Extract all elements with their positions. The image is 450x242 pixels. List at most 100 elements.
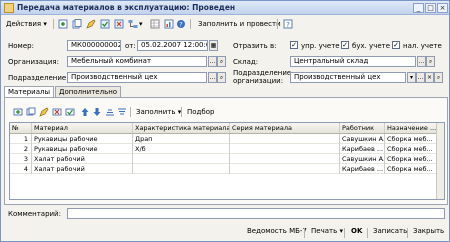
actions-menu[interactable]: Действия ▾	[6, 18, 47, 30]
org-open-button[interactable]: ⌕	[217, 56, 226, 67]
select-button[interactable]: Подбор	[187, 108, 214, 116]
cell-material[interactable]: Халат рабочий	[32, 154, 133, 164]
print-menu-button[interactable]: Печать ▾	[311, 227, 343, 235]
number-field[interactable]: МК000000002	[67, 40, 121, 51]
toolbar-separator	[304, 228, 305, 238]
table-row[interactable]: 1 Рукавицы рабочие Драп Савушкин А... Сб…	[10, 134, 444, 144]
table-row[interactable]: 2 Рукавицы рабочие Х/б Карибаев ... Сбор…	[10, 144, 444, 154]
minimize-button[interactable]: _	[413, 3, 424, 13]
edit-icon[interactable]	[86, 19, 96, 29]
date-field[interactable]: 05.02.2007 12:00:01	[137, 40, 208, 51]
move-down-icon[interactable]	[92, 107, 102, 117]
toolbar-separator	[190, 19, 191, 29]
structure-dropdown[interactable]: ▾	[139, 18, 143, 30]
save-button[interactable]: Записать	[373, 227, 407, 235]
upr-checkbox[interactable]: ✓	[290, 41, 298, 49]
date-picker-button[interactable]: ▦	[209, 40, 218, 51]
orgdept-field[interactable]: Производственный цех	[290, 72, 406, 83]
warehouse-field[interactable]: Центральный склад	[290, 56, 416, 67]
cell-series[interactable]	[230, 164, 340, 174]
close-button[interactable]: Закрыть	[413, 227, 444, 235]
cell-purpose[interactable]: Сборка меб...	[385, 144, 437, 154]
cell-employee[interactable]: Карибаев ...	[340, 144, 385, 154]
column-header-number[interactable]: №	[10, 123, 32, 133]
sort-ascending-icon[interactable]	[105, 107, 115, 117]
add-row-icon[interactable]	[58, 19, 68, 29]
orgdept-open-button[interactable]: ⌕	[434, 72, 443, 83]
add-row-icon[interactable]	[13, 107, 23, 117]
table-row[interactable]: 4 Халат рабочий Карибаев ... Сборка меб.…	[10, 164, 444, 174]
cell-material[interactable]: Халат рабочий	[32, 164, 133, 174]
move-up-icon[interactable]	[80, 107, 90, 117]
column-header-series[interactable]: Серия материала	[230, 123, 340, 133]
document-icon	[4, 3, 14, 13]
cell-characteristic[interactable]	[133, 154, 230, 164]
warehouse-select-button[interactable]: …	[417, 56, 426, 67]
cell-characteristic[interactable]	[133, 164, 230, 174]
dept-open-button[interactable]: ⌕	[217, 72, 226, 83]
help-book-icon[interactable]: ?	[283, 19, 293, 29]
cell-number: 1	[10, 134, 32, 144]
comment-field[interactable]	[67, 208, 445, 219]
tab-additional[interactable]: Дополнительно	[55, 86, 122, 97]
title-bar: Передача материалов в эксплуатацию: Пров…	[1, 1, 449, 15]
orgdept-select-button[interactable]: …	[416, 72, 425, 83]
ok-button[interactable]: OK	[351, 227, 362, 235]
report-mb7-button[interactable]: Ведомость МБ-7	[247, 227, 307, 235]
cell-characteristic[interactable]: Х/б	[133, 144, 230, 154]
warehouse-open-button[interactable]: ⌕	[426, 56, 435, 67]
toolbar-separator	[367, 228, 368, 238]
dept-select-button[interactable]: …	[208, 72, 217, 83]
cell-employee[interactable]: Карибаев ...	[340, 164, 385, 174]
org-select-button[interactable]: …	[208, 56, 217, 67]
buh-checkbox[interactable]: ✓	[341, 41, 349, 49]
cell-material[interactable]: Рукавицы рабочие	[32, 134, 133, 144]
table-row[interactable]: 3 Халат рабочий Савушкин А... Сборка меб…	[10, 154, 444, 164]
toolbar-separator	[53, 19, 54, 29]
cell-number: 3	[10, 154, 32, 164]
checkmark-icon: ✓	[393, 41, 399, 49]
column-header-purpose[interactable]: Назначение ...	[385, 123, 437, 133]
cell-characteristic[interactable]: Драп	[133, 134, 230, 144]
post-document-icon[interactable]	[100, 19, 110, 29]
bottom-action-bar: Ведомость МБ-7 Печать ▾ OK Записать Закр…	[1, 223, 449, 241]
fill-menu-button[interactable]: Заполнить ▾	[136, 108, 181, 116]
end-edit-icon[interactable]	[65, 107, 75, 117]
column-header-employee[interactable]: Работник	[340, 123, 385, 133]
cell-series[interactable]	[230, 134, 340, 144]
structure-icon[interactable]	[128, 19, 138, 29]
delete-row-icon[interactable]	[52, 107, 62, 117]
table-vertical-scrollbar[interactable]	[436, 123, 444, 199]
fill-and-post-button[interactable]: Заполнить и провести	[198, 18, 281, 30]
cell-employee[interactable]: Савушкин А...	[340, 154, 385, 164]
copy-row-icon[interactable]	[26, 107, 36, 117]
cell-number: 4	[10, 164, 32, 174]
cell-material[interactable]: Рукавицы рабочие	[32, 144, 133, 154]
unpost-document-icon[interactable]	[114, 19, 124, 29]
copy-icon[interactable]	[72, 19, 82, 29]
cell-purpose[interactable]: Сборка меб...	[385, 164, 437, 174]
close-window-button[interactable]: ×	[437, 3, 448, 13]
comment-label: Комментарий:	[8, 210, 61, 218]
orgdept-clear-button[interactable]: ×	[425, 72, 434, 83]
column-header-characteristic[interactable]: Характеристика материала	[133, 123, 230, 133]
org-field[interactable]: Мебельный комбинат	[67, 56, 207, 67]
chevron-down-icon: ▾	[339, 227, 343, 235]
orgdept-label-line2: организации:	[233, 77, 284, 85]
nal-checkbox[interactable]: ✓	[392, 41, 400, 49]
cell-purpose[interactable]: Сборка меб...	[385, 134, 437, 144]
movements-icon[interactable]	[150, 19, 160, 29]
maximize-button[interactable]: □	[425, 3, 436, 13]
column-header-material[interactable]: Материал	[32, 123, 133, 133]
cell-series[interactable]	[230, 144, 340, 154]
orgdept-dropdown-button[interactable]: ▾	[407, 72, 416, 83]
help-icon[interactable]: ?	[176, 19, 186, 29]
sort-descending-icon[interactable]	[117, 107, 127, 117]
edit-row-icon[interactable]	[39, 107, 49, 117]
cell-employee[interactable]: Савушкин А...	[340, 134, 385, 144]
cell-series[interactable]	[230, 154, 340, 164]
table-header: № Материал Характеристика материала Сери…	[10, 123, 444, 134]
dept-field[interactable]: Производственный цех	[67, 72, 207, 83]
report-icon[interactable]	[164, 19, 174, 29]
cell-purpose[interactable]: Сборка меб...	[385, 154, 437, 164]
